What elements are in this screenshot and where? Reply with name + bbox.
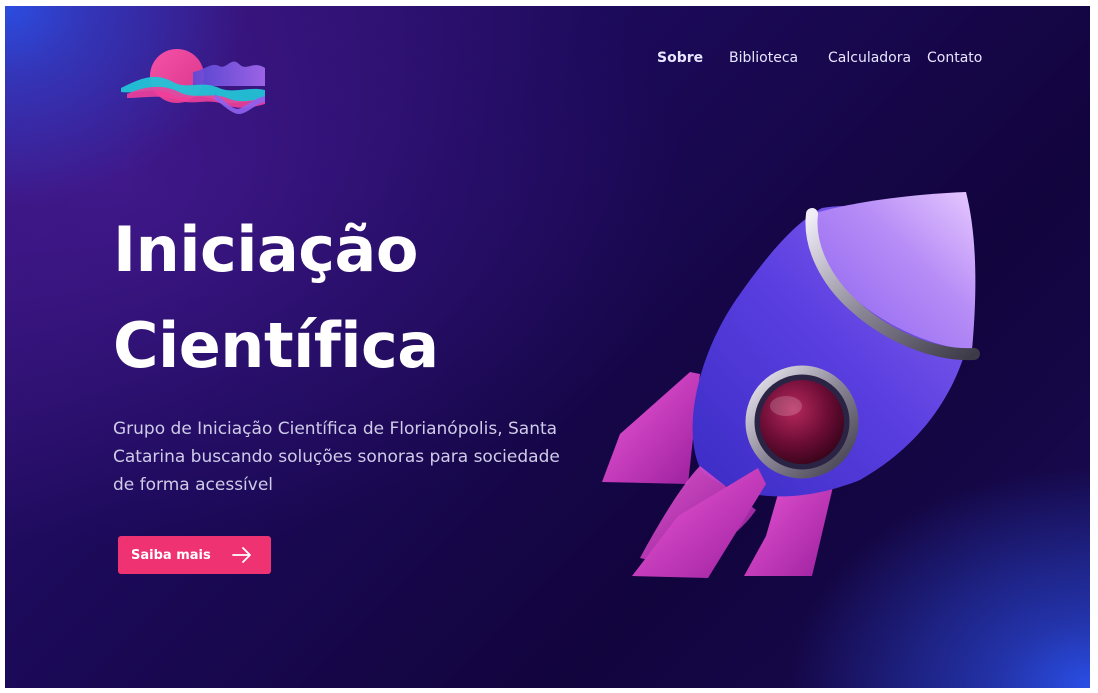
nav-item-contato[interactable]: Contato xyxy=(927,50,982,66)
nav-item-calculadora[interactable]: Calculadora xyxy=(828,50,911,66)
saiba-mais-button[interactable]: Saiba mais xyxy=(118,536,271,574)
hero-section: Sobre Biblioteca Calculadora Contato Ini… xyxy=(5,6,1090,688)
saiba-mais-label: Saiba mais xyxy=(131,547,211,563)
rocket-icon xyxy=(602,192,980,578)
hero-description: Grupo de Iniciação Científica de Florian… xyxy=(113,419,560,495)
nav-item-sobre[interactable]: Sobre xyxy=(657,50,703,66)
page-title-line-1: Iniciação xyxy=(113,213,418,286)
page-title-line-2: Científica xyxy=(113,309,439,382)
main-nav: Sobre Biblioteca Calculadora Contato xyxy=(5,50,1090,70)
page-title: Iniciação Científica xyxy=(113,202,439,394)
nav-item-biblioteca[interactable]: Biblioteca xyxy=(729,50,798,66)
arrow-right-icon xyxy=(232,547,251,563)
